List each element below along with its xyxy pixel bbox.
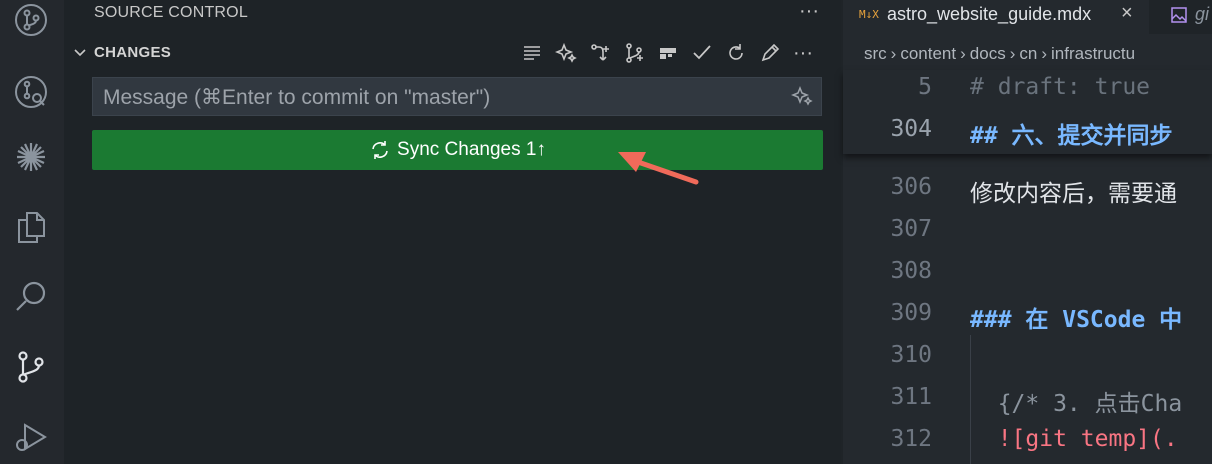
breadcrumb: src › content › docs › cn › infrastructu	[864, 44, 1136, 63]
line-number: 311	[890, 384, 932, 410]
more-actions-icon[interactable]: ···	[799, 0, 819, 23]
changes-section-header[interactable]: CHANGES ···	[64, 40, 841, 68]
line-text[interactable]: ## 六、提交并同步	[970, 116, 1173, 150]
annotation-arrow	[618, 152, 699, 185]
line-number: 309	[890, 300, 932, 326]
line-number: 307	[890, 216, 932, 242]
source-control-panel: SOURCE CONTROL ··· CHANGES ··· Message (…	[64, 0, 841, 464]
line-text[interactable]: ### 在 VSCode 中	[970, 300, 1182, 334]
commit-message-box	[92, 77, 822, 117]
code-line: 310	[843, 338, 1212, 378]
sync-icon	[372, 141, 388, 159]
line-text[interactable]: 修改内容后，需要通	[970, 174, 1177, 208]
line-text[interactable]: # draft: true	[970, 74, 1150, 100]
line-number: 304	[890, 116, 932, 142]
explorer-files-icon[interactable]	[12, 208, 50, 246]
breadcrumb-item[interactable]: content	[900, 44, 956, 63]
panel-title: SOURCE CONTROL	[94, 4, 248, 21]
line-number: 5	[918, 74, 932, 100]
editor-area: M↓X astro_website_guide.mdx × gi src › con…	[843, 0, 1212, 464]
pencil-icon[interactable]	[757, 40, 783, 66]
line-number: 312	[890, 426, 932, 452]
changes-toolbar: ···	[519, 40, 813, 66]
line-number: 308	[890, 258, 932, 284]
sparkle-icon[interactable]	[553, 40, 579, 66]
code-line: 309 ### 在 VSCode 中	[843, 296, 1212, 336]
sparkle-star-icon[interactable]	[12, 138, 50, 176]
line-number: 306	[890, 174, 932, 200]
tab-bar: M↓X astro_website_guide.mdx × gi	[843, 0, 1212, 34]
line-number: 310	[890, 342, 932, 368]
source-control-icon[interactable]	[12, 348, 50, 386]
code-line: 312 ![git temp](.	[843, 422, 1212, 462]
branch-compare-icon[interactable]	[621, 40, 647, 66]
git-lens-icon[interactable]	[12, 73, 50, 111]
commit-message-input[interactable]	[101, 78, 785, 117]
sticky-scroll-header: 5 # draft: true 304 ## 六、提交并同步	[843, 70, 1212, 154]
source-control-graph-icon[interactable]	[12, 1, 50, 39]
changes-label: CHANGES	[94, 44, 172, 61]
sync-changes-label: Sync Changes 1↑	[397, 139, 546, 160]
line-text[interactable]: ![git temp](.	[970, 426, 1178, 452]
code-line: 5 # draft: true	[843, 70, 1212, 110]
code-line: 308	[843, 254, 1212, 294]
generate-message-sparkle-icon[interactable]	[791, 85, 813, 107]
code-line: 304 ## 六、提交并同步	[843, 112, 1212, 152]
breadcrumb-item[interactable]: src	[864, 44, 887, 63]
mdx-file-icon: M↓X	[859, 8, 879, 21]
stash-icon[interactable]	[655, 40, 681, 66]
code-line: 307	[843, 212, 1212, 252]
refresh-icon[interactable]	[723, 40, 749, 66]
tab-label: astro_website_guide.mdx	[887, 4, 1092, 24]
breadcrumb-item[interactable]: infrastructu	[1051, 44, 1135, 63]
run-debug-icon[interactable]	[12, 418, 50, 456]
breadcrumb-item[interactable]: docs	[970, 44, 1006, 63]
image-file-icon	[1171, 7, 1187, 23]
code-line: 306 修改内容后，需要通	[843, 170, 1212, 210]
line-text[interactable]: {/* 3. 点击Cha	[970, 384, 1182, 418]
tab-second-label[interactable]: gi	[1195, 4, 1209, 25]
view-as-list-icon[interactable]	[519, 40, 545, 66]
chevron-down-icon[interactable]	[72, 44, 88, 60]
commit-check-icon[interactable]	[689, 40, 715, 66]
indent-guide	[970, 335, 971, 464]
search-icon[interactable]	[12, 278, 50, 316]
tab-astro-website-guide[interactable]: M↓X astro_website_guide.mdx ×	[843, 0, 1149, 34]
close-icon[interactable]: ×	[1121, 2, 1133, 25]
breadcrumb-item[interactable]: cn	[1019, 44, 1037, 63]
more-actions-icon[interactable]: ···	[793, 43, 813, 63]
branch-plus-icon[interactable]	[587, 40, 613, 66]
activity-bar	[0, 0, 64, 464]
code-line: 311 {/* 3. 点击Cha	[843, 380, 1212, 420]
